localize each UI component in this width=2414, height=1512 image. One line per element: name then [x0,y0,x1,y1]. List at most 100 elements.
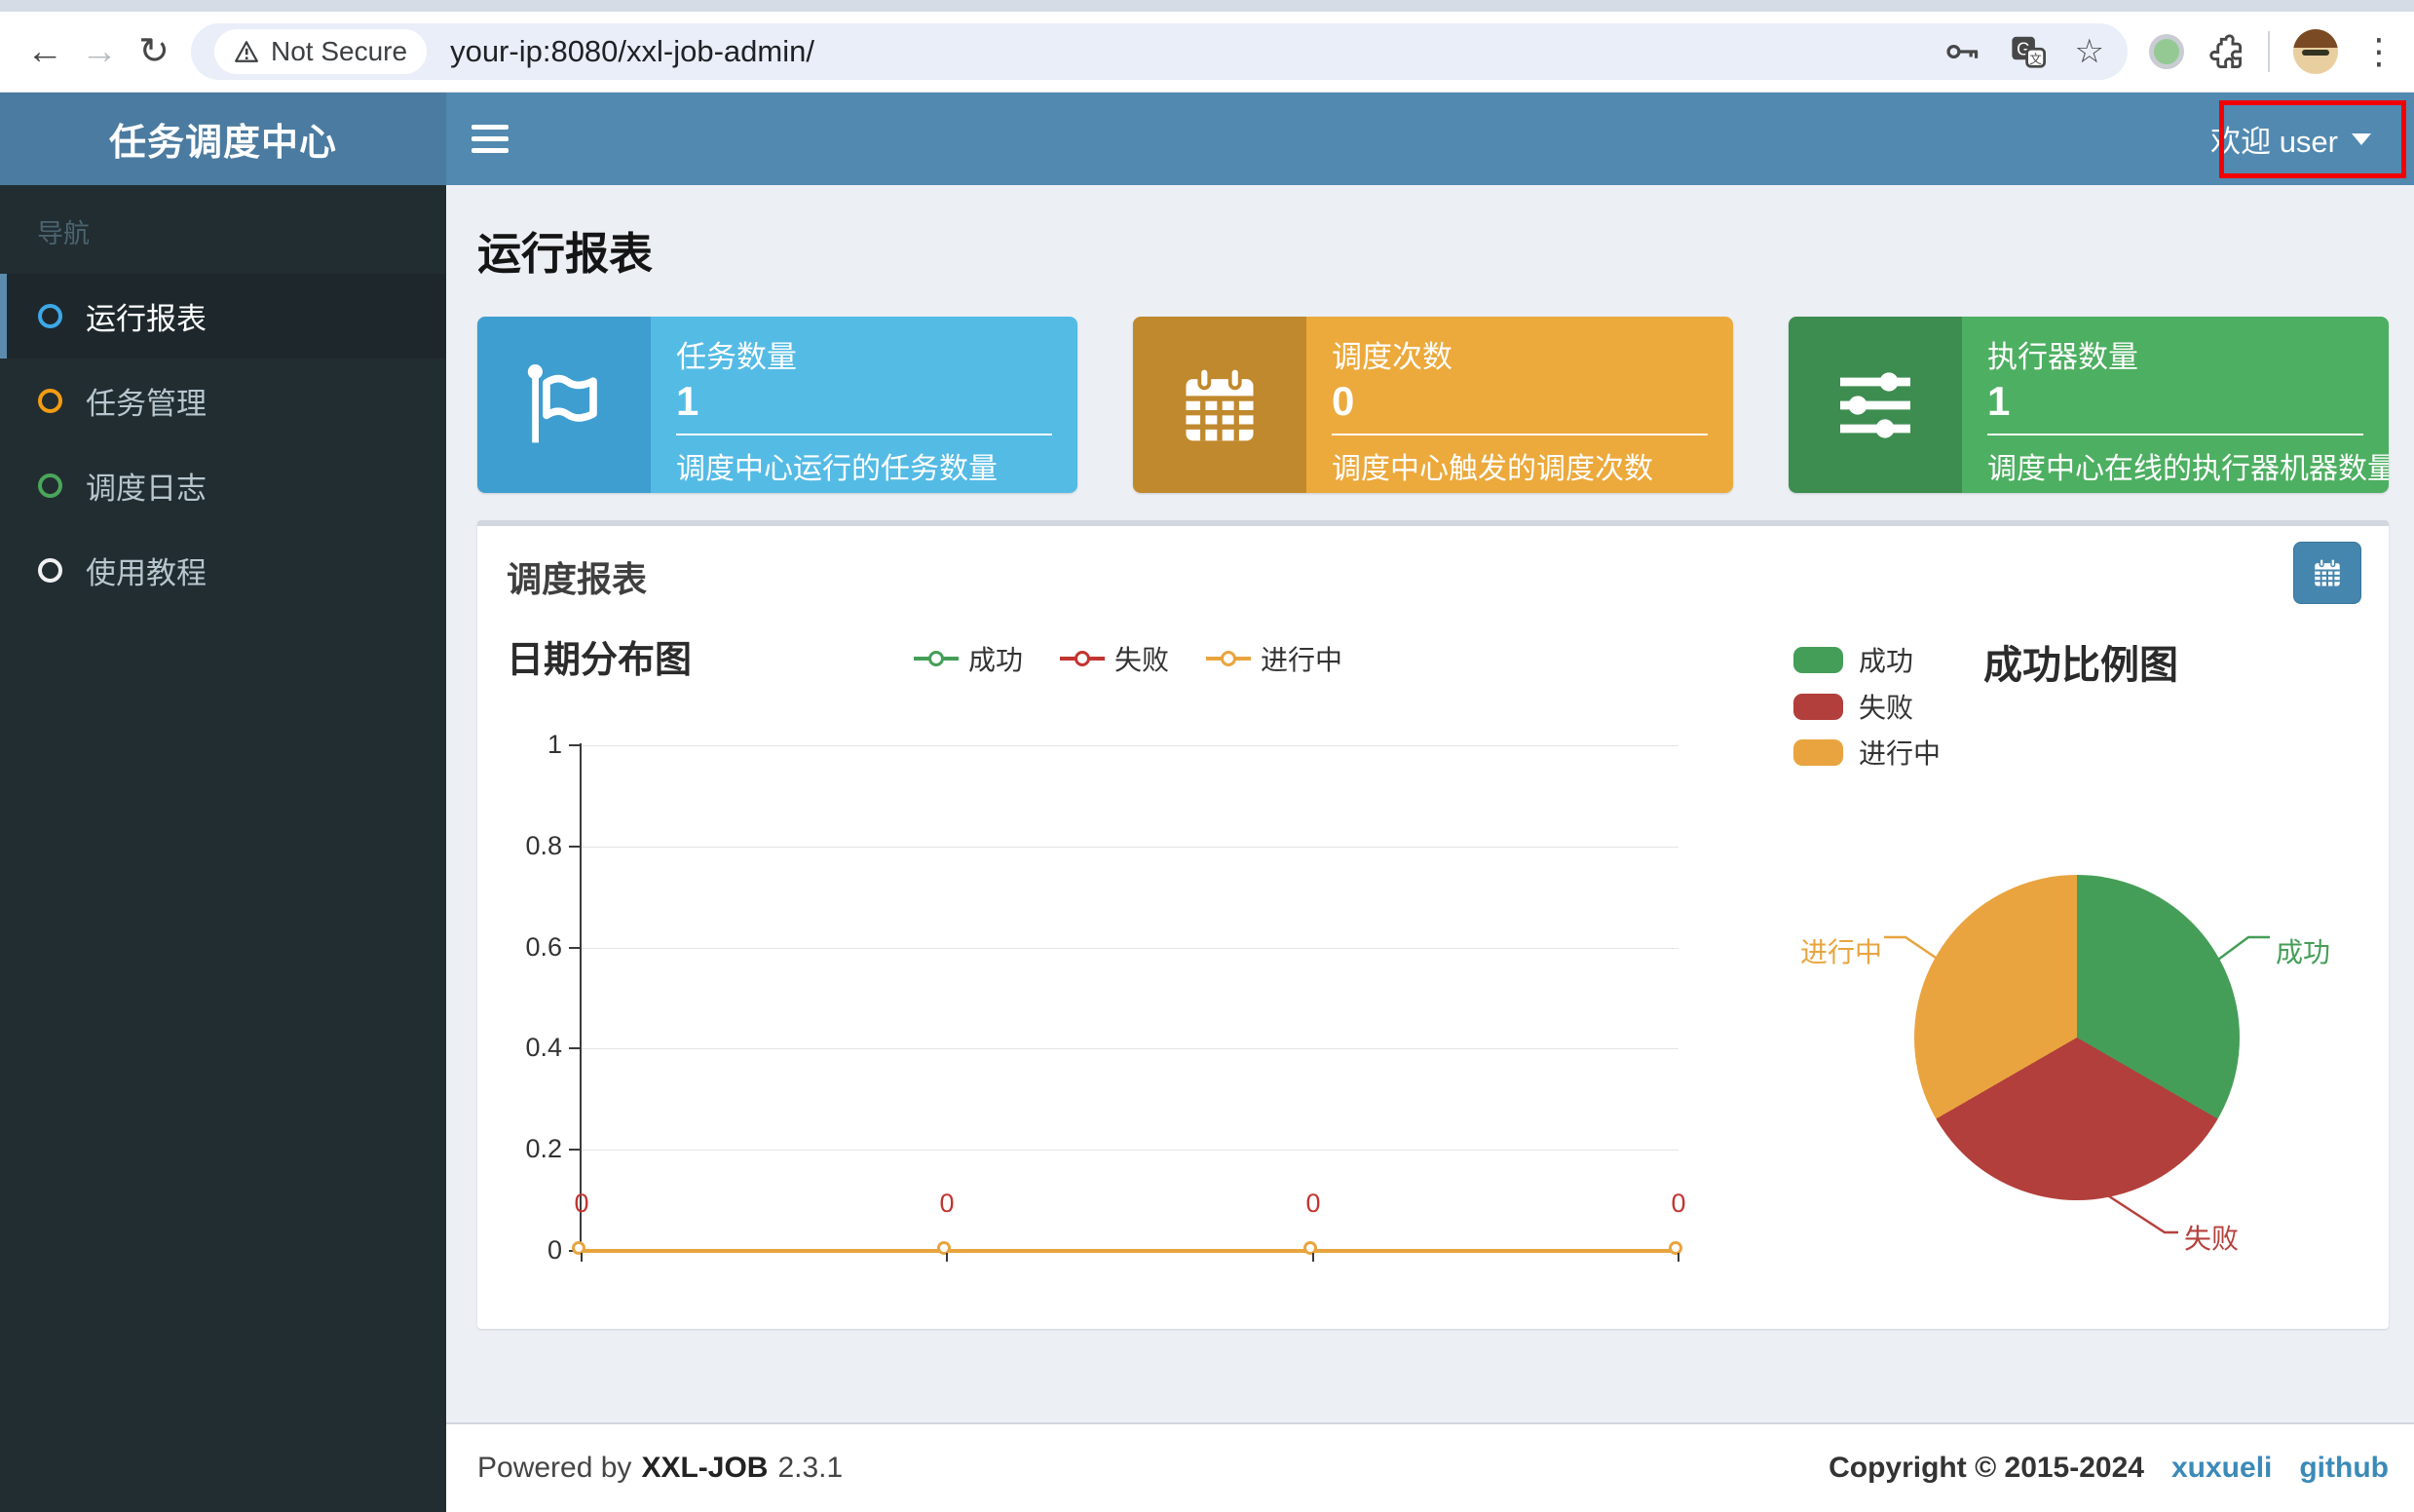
legend-label: 成功 [968,639,1023,678]
sidebar-item-help[interactable]: 使用教程 [0,528,446,613]
data-point [937,1241,951,1255]
footer-version: 2.3.1 [777,1452,843,1485]
omnibox-actions: G 文 ☆ [1944,35,2104,68]
sidebar-item-label: 调度日志 [86,464,207,508]
sidebar-item-label: 运行报表 [86,294,207,338]
report-panel: 调度报表 [477,520,2389,1329]
legend-label: 进行中 [1859,733,1941,772]
main-area: 运行报表 任务数量 1 [446,185,2414,1512]
pie-label-success: 成功 [2276,931,2330,970]
pie-label-running: 进行中 [1800,931,1882,970]
legend-item-fail[interactable]: 失败 [1060,639,1169,678]
sidebar: 导航 运行报表 任务管理 调度日志 使用教程 [0,185,446,1512]
date-range-button[interactable] [2293,542,2361,604]
bookmark-star-icon[interactable]: ☆ [2075,35,2104,68]
data-point [1669,1241,1682,1255]
svg-text:文: 文 [2029,52,2042,66]
browser-actions: ⋮ [2145,29,2396,74]
swatch-icon [1793,739,1843,766]
profile-avatar[interactable] [2293,29,2338,74]
reload-icon[interactable]: ↻ [127,33,181,70]
circle-icon [38,304,62,328]
legend-label: 失败 [1859,687,1913,726]
stat-card-body: 调度次数 0 调度中心触发的调度次数 [1306,317,1733,493]
calendar-icon [1133,317,1306,493]
sidebar-item-label: 使用教程 [86,548,207,592]
legend-item-success[interactable]: 成功 [914,639,1023,678]
panel-title: 调度报表 [477,526,2389,602]
pie-legend-running[interactable]: 进行中 [1793,733,1941,772]
divider [676,434,1052,435]
powered-by-text: Powered by [477,1452,631,1485]
back-icon[interactable]: ← [18,33,72,70]
y-tick-label: 1 [507,730,562,760]
brand-title[interactable]: 任务调度中心 [0,93,446,185]
stat-card-body: 执行器数量 1 调度中心在线的执行器机器数量 [1962,317,2389,493]
forward-icon[interactable]: → [72,33,127,70]
stat-card-jobs: 任务数量 1 调度中心运行的任务数量 [477,317,1077,493]
circle-icon [38,389,62,413]
y-tick-label: 0.8 [507,831,562,861]
translate-icon[interactable]: G 文 [2011,35,2046,68]
divider [1987,434,2363,435]
stat-card-title: 任务数量 [676,332,1052,376]
series-line-running [582,1249,1678,1253]
flag-icon [477,317,651,493]
warning-icon [234,40,259,63]
stat-card-value: 0 [1332,378,1708,425]
pie [1914,875,2240,1200]
link-github[interactable]: github [2299,1452,2389,1485]
point-value-label: 0 [918,1189,976,1219]
y-tick-label: 0.4 [507,1033,562,1063]
screen: ← → ↻ Not Secure your-ip:8080/xxl-job-ad… [0,0,2414,1512]
stat-card-title: 调度次数 [1332,332,1708,376]
line-chart-legend: 成功 失败 进行中 [914,639,1342,678]
line-marker-icon [1060,657,1105,661]
sidebar-item-run-report[interactable]: 运行报表 [0,274,446,359]
line-chart-title: 日期分布图 [507,629,692,683]
line-marker-icon [914,657,959,661]
sidebar-toggle-icon[interactable] [471,125,509,153]
url-text[interactable]: your-ip:8080/xxl-job-admin/ [450,34,814,69]
sliders-icon [1789,317,1962,493]
page-title: 运行报表 [477,218,2389,282]
stat-card-desc: 调度中心触发的调度次数 [1332,444,1708,487]
swatch-icon [1793,647,1843,673]
password-key-icon[interactable] [1944,35,1981,68]
extensions-puzzle-icon[interactable] [2207,33,2244,70]
pie-legend-success[interactable]: 成功 [1793,640,1913,679]
circle-icon [38,558,62,583]
point-value-label: 0 [1649,1189,1708,1219]
security-chip-label: Not Secure [271,36,407,67]
point-value-label: 0 [552,1189,611,1219]
pie-legend-fail[interactable]: 失败 [1793,687,1913,726]
y-tick-label: 0 [507,1235,562,1266]
sidebar-item-job-log[interactable]: 调度日志 [0,443,446,528]
link-xuxueli[interactable]: xuxueli [2171,1452,2272,1485]
security-chip[interactable]: Not Secure [214,29,427,74]
stat-card-triggers: 调度次数 0 调度中心触发的调度次数 [1133,317,1733,493]
legend-label: 失败 [1114,639,1169,678]
legend-item-running[interactable]: 进行中 [1206,639,1342,678]
user-menu[interactable]: 欢迎 user [2193,93,2389,185]
sidebar-item-job-manage[interactable]: 任务管理 [0,359,446,443]
stat-card-desc: 调度中心运行的任务数量 [676,444,1052,487]
content: 运行报表 任务数量 1 [446,185,2414,1422]
data-point [1303,1241,1317,1255]
circle-icon [38,473,62,498]
browser-menu-icon[interactable]: ⋮ [2361,31,2396,72]
avatar-hat [2293,29,2338,48]
stat-card-value: 1 [1987,378,2363,425]
legend-label: 进行中 [1261,639,1342,678]
sidebar-section-label: 导航 [37,212,446,250]
address-bar[interactable]: Not Secure your-ip:8080/xxl-job-admin/ G [191,23,2128,80]
divider [1332,434,1708,435]
browser-chrome: ← → ↻ Not Secure your-ip:8080/xxl-job-ad… [0,0,2414,93]
y-tick-label: 0.2 [507,1134,562,1164]
stat-card-title: 执行器数量 [1987,332,2363,376]
toolbar-separator [2268,31,2270,72]
stat-card-body: 任务数量 1 调度中心运行的任务数量 [651,317,1077,493]
y-axis [580,743,582,1253]
extension-dot-icon[interactable] [2149,34,2184,69]
app-header: 任务调度中心 欢迎 user [0,93,2414,185]
